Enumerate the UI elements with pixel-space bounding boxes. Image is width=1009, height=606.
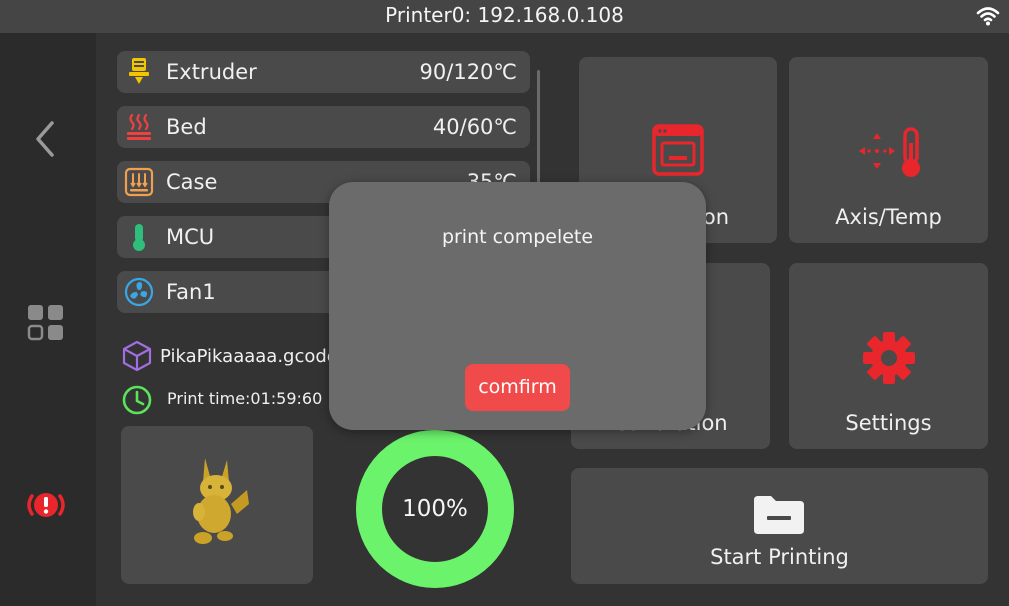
tile-label: Settings bbox=[845, 411, 932, 435]
case-heater-icon bbox=[124, 167, 154, 197]
sensor-value: 40/60℃ bbox=[432, 115, 517, 139]
tile-label: Axis/Temp bbox=[835, 205, 942, 229]
sensor-row-extruder[interactable]: Extruder 90/120℃ bbox=[117, 51, 530, 93]
start-printing-button[interactable]: Start Printing bbox=[571, 468, 988, 584]
sensor-value: 90/120℃ bbox=[419, 60, 517, 84]
sensor-name: Extruder bbox=[166, 60, 257, 84]
extruder-icon bbox=[129, 58, 149, 84]
tile-label: Start Printing bbox=[710, 545, 849, 569]
print-time-text: Print time:01:59:60 bbox=[167, 389, 323, 408]
heated-bed-icon bbox=[127, 113, 151, 140]
sensor-row-bed[interactable]: Bed 40/60℃ bbox=[117, 106, 530, 148]
thermometer-icon bbox=[133, 224, 145, 251]
printer-icon bbox=[652, 124, 704, 176]
model-thumbnail bbox=[121, 426, 313, 584]
axis-temp-tile[interactable]: Axis/Temp bbox=[789, 57, 988, 243]
wifi-icon bbox=[976, 7, 1000, 26]
sensor-name: MCU bbox=[166, 225, 215, 249]
sensor-list-scrollbar[interactable] bbox=[537, 70, 540, 190]
clock-icon bbox=[122, 385, 152, 415]
settings-tile[interactable]: Settings bbox=[789, 263, 988, 449]
dialog-message: print compelete bbox=[441, 226, 594, 248]
emergency-stop-icon[interactable] bbox=[24, 483, 68, 527]
folder-icon bbox=[754, 496, 804, 534]
sidebar bbox=[0, 33, 96, 606]
progress-label: 100% bbox=[402, 496, 468, 522]
axis-temp-icon bbox=[859, 127, 920, 177]
grid-icon[interactable] bbox=[24, 301, 68, 345]
status-bar: Printer0: 192.168.0.108 bbox=[0, 0, 1009, 33]
print-complete-dialog: print compelete comfirm bbox=[329, 182, 706, 430]
model-preview-image bbox=[193, 458, 249, 544]
progress-ring: 100% bbox=[356, 430, 514, 588]
back-chevron-icon[interactable] bbox=[24, 117, 68, 161]
fan-icon bbox=[124, 277, 154, 307]
sensor-name: Bed bbox=[166, 115, 207, 139]
gear-icon bbox=[863, 332, 915, 384]
confirm-button[interactable]: comfirm bbox=[465, 364, 570, 411]
printer-title: Printer0: 192.168.0.108 bbox=[385, 3, 624, 27]
sensor-name: Fan1 bbox=[166, 280, 216, 304]
model-cube-icon bbox=[122, 340, 152, 372]
sensor-name: Case bbox=[166, 170, 218, 194]
file-name: PikaPikaaaaa.gcode bbox=[160, 346, 338, 367]
